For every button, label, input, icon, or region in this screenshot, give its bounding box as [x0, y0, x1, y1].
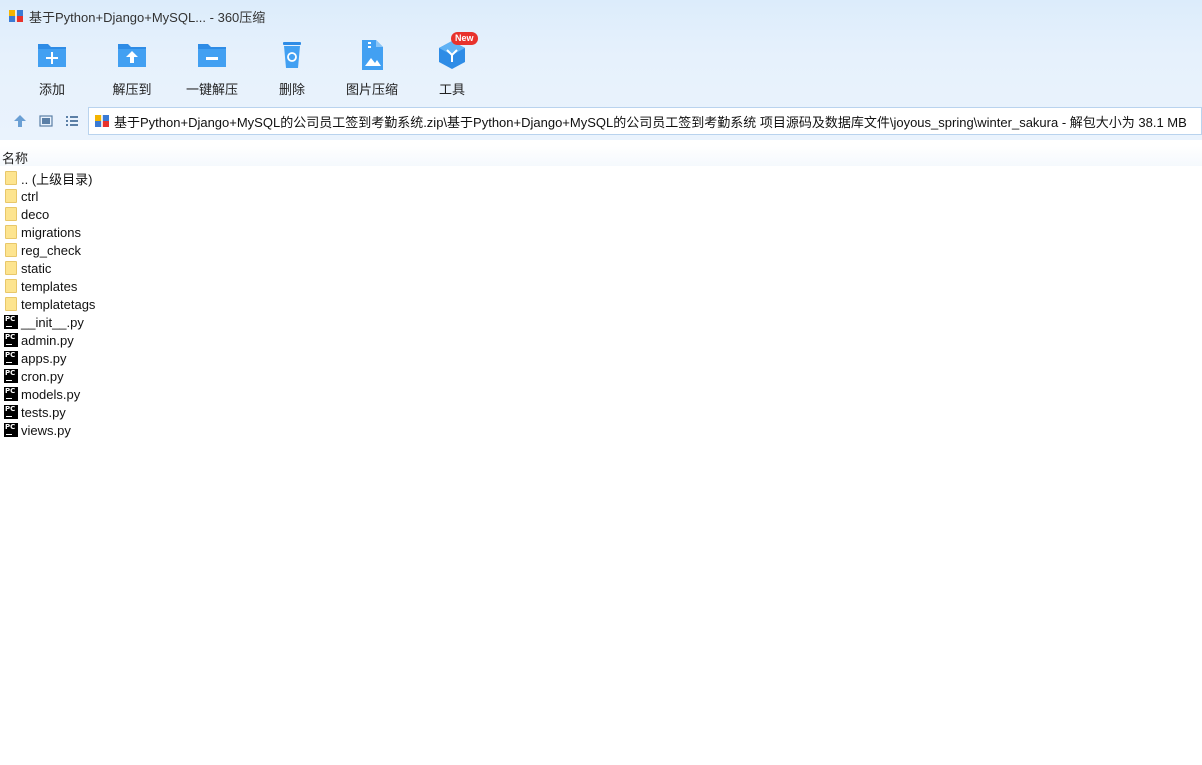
folder-row[interactable]: templatetags	[0, 295, 95, 313]
address-bar[interactable]: 基于Python+Django+MySQL的公司员工签到考勤系统.zip\基于P…	[88, 107, 1202, 135]
file-name: apps.py	[21, 350, 67, 366]
folder-icon	[3, 278, 19, 294]
folder-icon	[3, 188, 19, 204]
image-compress-icon	[362, 40, 383, 70]
delete-button[interactable]: 删除	[252, 38, 332, 98]
pycharm-file-icon	[3, 332, 19, 348]
navigation-bar: 基于Python+Django+MySQL的公司员工签到考勤系统.zip\基于P…	[0, 107, 1202, 135]
folder-row[interactable]: ctrl	[0, 187, 95, 205]
file-list: .. (上级目录) ctrl deco migrations reg_checkstat…	[0, 169, 95, 439]
image-compress-button[interactable]: 图片压缩	[332, 38, 412, 98]
title-bar: 基于Python+Django+MySQL... - 360压缩	[0, 0, 1202, 32]
folder-row[interactable]: .. (上级目录)	[0, 169, 95, 187]
file-row[interactable]: __init__.py	[0, 313, 95, 331]
file-name: admin.py	[21, 332, 74, 348]
pycharm-file-icon	[3, 350, 19, 366]
recycle-bin-icon	[283, 42, 301, 68]
file-name: __init__.py	[21, 314, 84, 330]
pycharm-file-icon	[3, 404, 19, 420]
folder-row[interactable]: deco	[0, 205, 95, 223]
folder-row[interactable]: reg_check	[0, 241, 95, 259]
pycharm-file-icon	[3, 386, 19, 402]
file-name: deco	[21, 206, 50, 222]
file-row[interactable]: cron.py	[0, 367, 95, 385]
archive-icon	[95, 115, 109, 127]
file-name: .. (上级目录)	[21, 171, 93, 187]
file-name: ctrl	[21, 188, 39, 204]
folder-row[interactable]: templates	[0, 277, 95, 295]
add-button[interactable]: 添加	[12, 38, 92, 98]
file-row[interactable]: models.py	[0, 385, 95, 403]
folder-icon	[3, 242, 19, 258]
add-folder-icon	[38, 44, 66, 67]
image-compress-label: 图片压缩	[345, 82, 398, 97]
file-name: views.py	[21, 422, 71, 438]
new-badge: New	[451, 32, 478, 45]
file-name: reg_check	[21, 242, 81, 258]
add-label: 添加	[38, 82, 65, 97]
folder-icon	[3, 296, 19, 312]
list-view-button[interactable]	[59, 109, 85, 133]
archive-icon	[9, 10, 23, 22]
window-title: 基于Python+Django+MySQL... - 360压缩	[29, 9, 266, 25]
file-name: cron.py	[21, 368, 64, 384]
column-header-name[interactable]: 名称	[0, 146, 1202, 166]
list-view-icon	[66, 116, 78, 126]
one-click-extract-button[interactable]: 一键解压	[172, 38, 252, 98]
app-window: 基于Python+Django+MySQL... - 360压缩 添加 解压到	[0, 0, 1202, 765]
toolbar: 添加 解压到 一键解压 删除 图片压缩 New 工具	[12, 32, 492, 98]
column-name-label: 名称	[2, 151, 29, 166]
folder-row[interactable]: migrations	[0, 223, 95, 241]
file-row[interactable]: admin.py	[0, 331, 95, 349]
folder-icon	[3, 224, 19, 240]
address-path: 基于Python+Django+MySQL的公司员工签到考勤系统.zip\基于P…	[114, 114, 1187, 130]
up-level-button[interactable]	[7, 109, 33, 133]
file-name: templates	[21, 278, 78, 294]
one-click-extract-label: 一键解压	[185, 82, 238, 97]
tools-button[interactable]: New 工具	[412, 32, 492, 98]
arrow-up-icon	[14, 115, 26, 127]
delete-label: 删除	[278, 82, 305, 97]
file-name: migrations	[21, 224, 81, 240]
file-row[interactable]: apps.py	[0, 349, 95, 367]
file-name: models.py	[21, 386, 81, 402]
extract-to-button[interactable]: 解压到	[92, 38, 172, 98]
file-name: templatetags	[21, 296, 96, 312]
header-area: 基于Python+Django+MySQL... - 360压缩 添加 解压到	[0, 0, 1202, 140]
file-name: tests.py	[21, 404, 66, 420]
extract-to-icon	[118, 44, 146, 67]
file-name: static	[21, 260, 52, 276]
folder-icon	[3, 260, 19, 276]
folder-row[interactable]: static	[0, 259, 95, 277]
file-row[interactable]: tests.py	[0, 403, 95, 421]
extract-to-label: 解压到	[112, 82, 152, 97]
file-row[interactable]: views.py	[0, 421, 95, 439]
pycharm-file-icon	[3, 314, 19, 330]
thumbnail-view-icon	[39, 115, 53, 127]
folder-icon	[3, 170, 19, 186]
one-click-extract-icon	[198, 44, 226, 67]
pycharm-file-icon	[3, 368, 19, 384]
tools-label: 工具	[438, 82, 465, 97]
tools-icon-wrap: New	[435, 32, 478, 72]
pycharm-file-icon	[3, 422, 19, 438]
thumbnail-view-button[interactable]	[33, 109, 59, 133]
folder-icon	[3, 206, 19, 222]
